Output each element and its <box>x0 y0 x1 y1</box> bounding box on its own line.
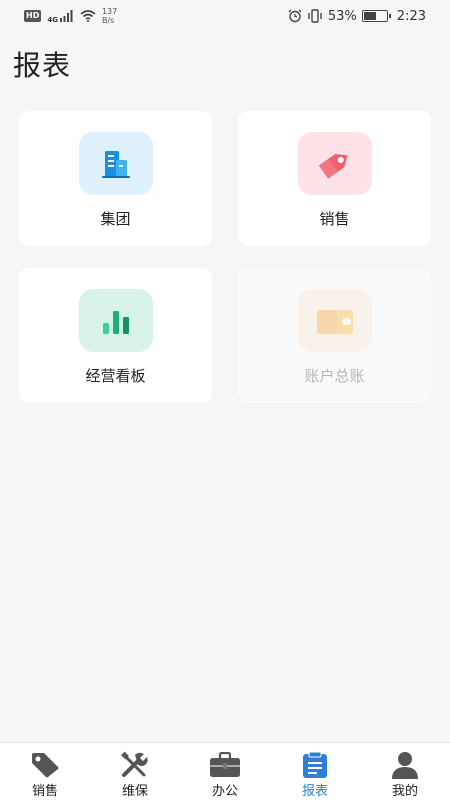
card-icon-bg <box>297 289 372 352</box>
clipboard-icon <box>299 751 331 779</box>
card-icon-bg <box>297 132 372 195</box>
status-bar: HD 4G 137 B/s 53% 2:23 <box>0 0 450 32</box>
wallet-card-icon <box>316 309 353 334</box>
price-tag-icon <box>318 153 347 179</box>
card-icon-bg <box>78 289 153 352</box>
card-label: 集团 <box>100 210 131 228</box>
battery-percent: 53% <box>327 8 357 24</box>
nav-item-sales[interactable]: 销售 <box>0 743 90 799</box>
card-label: 经营看板 <box>85 367 146 385</box>
card-dashboard[interactable]: 经营看板 <box>19 268 212 403</box>
page-title: 报表 <box>13 49 72 82</box>
building-icon <box>101 150 130 178</box>
nav-item-office[interactable]: 办公 <box>180 743 270 799</box>
tools-icon <box>119 751 151 779</box>
clock: 2:23 <box>396 8 426 24</box>
card-icon-bg <box>78 132 153 195</box>
card-label: 账户总账 <box>304 367 365 385</box>
card-group[interactable]: 集团 <box>19 111 212 246</box>
nav-item-profile[interactable]: 我的 <box>360 743 450 799</box>
bottom-nav: 销售 维保 办公 报表 我的 <box>0 742 450 800</box>
nav-label: 维保 <box>121 784 148 799</box>
card-ledger: 账户总账 <box>238 268 431 403</box>
network-speed: 137 B/s <box>102 7 117 25</box>
signal-icon <box>59 10 73 22</box>
nav-label: 我的 <box>391 784 418 799</box>
vibrate-icon <box>308 9 322 23</box>
battery-icon <box>361 10 391 22</box>
status-left: HD 4G 137 B/s <box>24 7 117 25</box>
nav-label: 报表 <box>301 784 328 799</box>
alarm-icon <box>288 9 302 23</box>
wifi-icon <box>80 10 96 22</box>
speed-unit: B/s <box>101 16 115 25</box>
tag-icon <box>29 751 61 779</box>
briefcase-icon <box>209 751 241 779</box>
hd-badge: HD <box>24 10 42 22</box>
status-right: 53% 2:23 <box>288 9 426 24</box>
speed-value: 137 <box>101 7 118 16</box>
nav-item-maintenance[interactable]: 维保 <box>90 743 180 799</box>
network-type: 4G <box>47 16 58 24</box>
person-icon <box>389 751 421 779</box>
nav-label: 办公 <box>211 784 238 799</box>
card-sales[interactable]: 销售 <box>238 111 431 246</box>
card-label: 销售 <box>319 210 350 228</box>
bar-chart-icon <box>102 310 129 334</box>
nav-item-reports[interactable]: 报表 <box>270 743 360 799</box>
nav-label: 销售 <box>31 784 58 799</box>
